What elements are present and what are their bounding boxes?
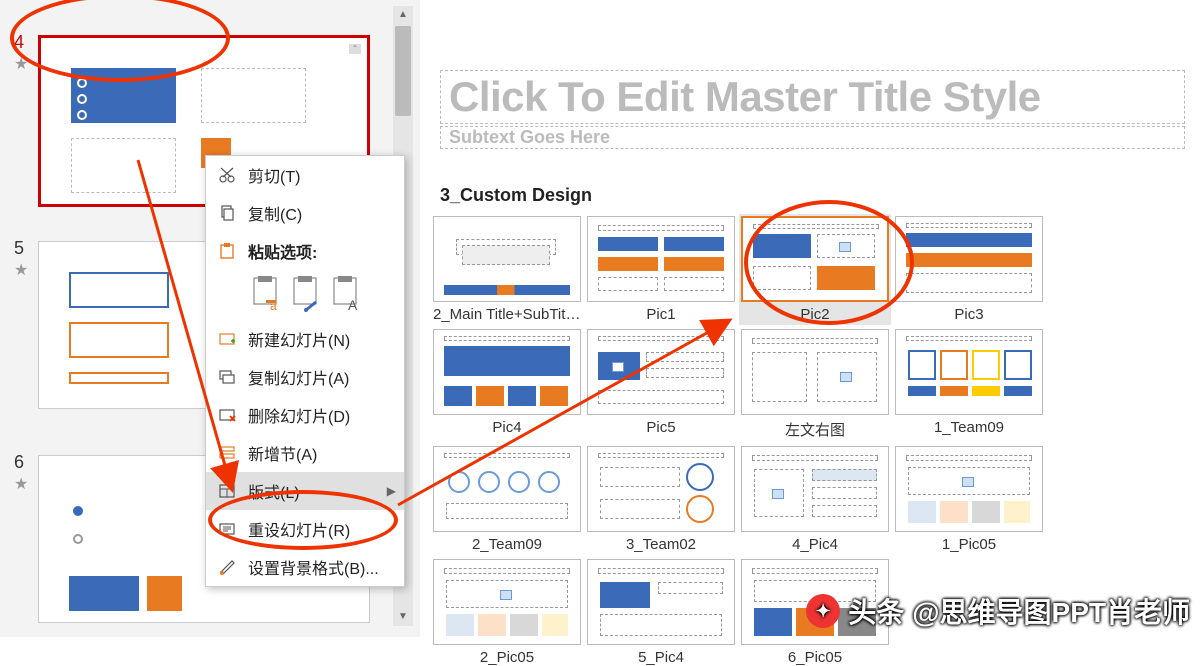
scroll-down-arrow-icon[interactable]: ▼ <box>393 608 413 626</box>
menu-copy[interactable]: 复制(C) <box>206 194 404 232</box>
layout-option-highlighted[interactable]: Pic2 <box>739 214 891 325</box>
menu-paste-options-header: 粘贴选项: <box>206 232 404 270</box>
background-icon <box>216 556 238 578</box>
layout-option[interactable]: 3_Team02 <box>587 446 735 553</box>
delete-slide-icon <box>216 404 238 426</box>
paste-option-destination[interactable]: a <box>248 274 282 312</box>
collapse-icon[interactable]: ⌃ <box>349 44 361 54</box>
svg-text:A: A <box>348 297 358 312</box>
star-icon: ★ <box>14 54 28 74</box>
layout-option[interactable]: Pic5 <box>587 329 735 440</box>
paste-options-row: a A <box>206 270 404 320</box>
section-icon <box>216 442 238 464</box>
menu-new-slide[interactable]: 新建幻灯片(N) <box>206 320 404 358</box>
menu-layout[interactable]: 版式(L) ▶ <box>206 472 404 510</box>
title-placeholder[interactable]: Click To Edit Master Title Style <box>440 70 1185 124</box>
star-icon: ★ <box>14 260 28 280</box>
layout-option[interactable]: 2_Pic05 <box>433 559 581 666</box>
master-title-area: Click To Edit Master Title Style Subtext… <box>440 70 1185 149</box>
context-menu: 剪切(T) 复制(C) 粘贴选项: a A 新建幻灯片(N) 复制幻灯片(A) … <box>205 155 405 587</box>
reset-icon <box>216 518 238 540</box>
menu-cut[interactable]: 剪切(T) <box>206 156 404 194</box>
layout-option[interactable]: 1_Team09 <box>895 329 1043 440</box>
chevron-right-icon: ▶ <box>387 484 396 498</box>
menu-delete-slide[interactable]: 删除幻灯片(D) <box>206 396 404 434</box>
layout-option[interactable]: 5_Pic4 <box>587 559 735 666</box>
menu-background-format[interactable]: 设置背景格式(B)... <box>206 548 404 586</box>
gallery-section-title: 3_Custom Design <box>440 185 1195 206</box>
layout-option[interactable]: 1_Pic05 <box>895 446 1043 553</box>
layout-option[interactable]: Pic3 <box>895 216 1043 323</box>
thumb-number-4: 4 <box>14 32 24 53</box>
layout-option[interactable]: Pic1 <box>587 216 735 323</box>
new-slide-icon <box>216 328 238 350</box>
star-icon: ★ <box>14 474 28 494</box>
layout-option[interactable]: 2_Team09 <box>433 446 581 553</box>
subtitle-placeholder[interactable]: Subtext Goes Here <box>440 126 1185 149</box>
menu-reset-slide[interactable]: 重设幻灯片(R) <box>206 510 404 548</box>
scissors-icon <box>216 164 238 186</box>
scroll-up-arrow-icon[interactable]: ▲ <box>393 6 413 24</box>
duplicate-slide-icon <box>216 366 238 388</box>
layout-option[interactable]: 4_Pic4 <box>741 446 889 553</box>
layout-option[interactable]: 左文右图 <box>741 329 889 440</box>
paste-option-source[interactable] <box>288 274 322 312</box>
copy-icon <box>216 202 238 224</box>
menu-duplicate-slide[interactable]: 复制幻灯片(A) <box>206 358 404 396</box>
paste-option-text[interactable]: A <box>328 274 362 312</box>
layout-option[interactable]: Pic4 <box>433 329 581 440</box>
scrollbar-thumb[interactable] <box>395 26 411 116</box>
watermark-logo-icon: ✦ <box>806 594 840 628</box>
menu-add-section[interactable]: 新增节(A) <box>206 434 404 472</box>
layout-option[interactable]: 2_Main Title+SubTitle+Num... <box>433 216 581 323</box>
watermark: ✦ 头条 @思维导图PPT肖老师 <box>806 591 1190 631</box>
thumb-number-6: 6 <box>14 452 24 473</box>
thumb-number-5: 5 <box>14 238 24 259</box>
clipboard-icon <box>216 240 238 262</box>
layout-icon <box>216 480 238 502</box>
